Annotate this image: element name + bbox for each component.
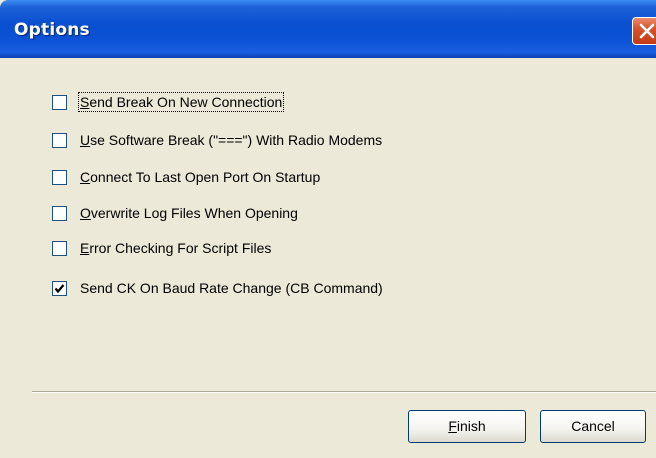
option-label-error-checking: Error Checking For Script Files bbox=[80, 240, 272, 256]
option-label-send-break: Send Break On New Connection bbox=[77, 92, 285, 112]
title-bar[interactable]: Options bbox=[0, 0, 656, 58]
finish-button[interactable]: Finish bbox=[408, 410, 526, 443]
option-label-send-ck: Send CK On Baud Rate Change (CB Command) bbox=[80, 280, 383, 296]
window-title: Options bbox=[14, 20, 90, 40]
checkmark-icon bbox=[54, 283, 65, 293]
option-label-overwrite-logs: Overwrite Log Files When Opening bbox=[80, 205, 298, 221]
option-send-break[interactable]: Send Break On New Connection bbox=[52, 92, 285, 112]
close-button[interactable] bbox=[632, 17, 656, 45]
checkbox-software-break[interactable] bbox=[52, 132, 67, 148]
option-label-software-break: Use Software Break ("===") With Radio Mo… bbox=[80, 132, 383, 148]
option-software-break[interactable]: Use Software Break ("===") With Radio Mo… bbox=[52, 130, 382, 150]
checkbox-overwrite-logs[interactable] bbox=[52, 205, 67, 221]
checkbox-send-ck[interactable] bbox=[52, 280, 67, 296]
option-send-ck[interactable]: Send CK On Baud Rate Change (CB Command) bbox=[52, 278, 383, 298]
option-overwrite-logs[interactable]: Overwrite Log Files When Opening bbox=[52, 203, 298, 223]
option-connect-last-port[interactable]: Connect To Last Open Port On Startup bbox=[52, 167, 320, 187]
separator bbox=[32, 391, 656, 393]
close-x-icon bbox=[639, 23, 655, 39]
options-dialog: Options Send Break On New Connection Use… bbox=[0, 0, 656, 458]
option-label-connect-last-port: Connect To Last Open Port On Startup bbox=[80, 169, 321, 185]
checkbox-send-break[interactable] bbox=[52, 94, 67, 110]
checkbox-error-checking[interactable] bbox=[52, 240, 67, 256]
option-error-checking[interactable]: Error Checking For Script Files bbox=[52, 238, 271, 258]
checkbox-connect-last-port[interactable] bbox=[52, 169, 67, 185]
cancel-button[interactable]: Cancel bbox=[540, 410, 646, 443]
